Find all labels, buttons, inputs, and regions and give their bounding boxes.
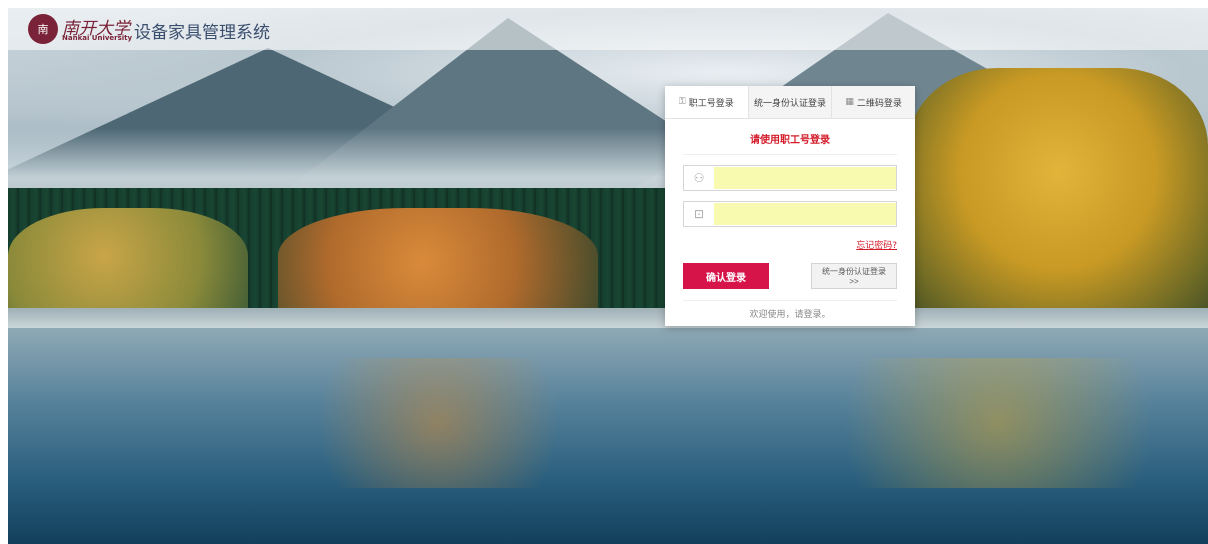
tab-label: 统一身份认证登录 (754, 98, 827, 109)
university-name-en: Nankai University (62, 34, 133, 42)
unified-auth-login-button[interactable]: 统一身份认证登录>> (811, 263, 897, 289)
lock-icon: ⊡ (693, 207, 705, 221)
login-panel: ⚿ 职工号登录 统一身份认证登录 ▦ 二维码登录 请使用职工号登录 ⚇ ⊡ 忘记… (665, 86, 916, 326)
username-field: ⚇ (683, 165, 897, 191)
qrcode-icon: ▦ (845, 97, 854, 107)
lake-reflection (788, 358, 1208, 488)
password-field: ⊡ (683, 201, 897, 227)
forgot-password-link[interactable]: 忘记密码? (856, 238, 897, 251)
key-icon: ⚿ (678, 97, 686, 107)
user-icon: ⚇ (693, 171, 705, 185)
tab-qrcode-login[interactable]: ▦ 二维码登录 (832, 86, 916, 118)
tab-unified-auth-login[interactable]: 统一身份认证登录 (748, 86, 833, 118)
login-instruction: 请使用职工号登录 (750, 135, 830, 146)
tab-label: 二维码登录 (856, 98, 902, 109)
system-title: 设备家具管理系统 (134, 23, 270, 43)
confirm-login-button[interactable]: 确认登录 (683, 263, 769, 289)
password-input[interactable] (714, 203, 896, 225)
autumn-trees (908, 68, 1208, 328)
background-landscape-image (8, 8, 1208, 544)
header-bar: 南 南开大学 Nankai University 设备家具管理系统 (8, 8, 1208, 50)
lake-reflection (278, 358, 598, 488)
username-input[interactable] (714, 167, 896, 189)
divider (683, 154, 897, 155)
university-seal-icon: 南 (28, 14, 58, 44)
tab-staff-id-login[interactable]: ⚿ 职工号登录 (665, 86, 749, 118)
login-tabs: ⚿ 职工号登录 统一身份认证登录 ▦ 二维码登录 (665, 86, 916, 119)
welcome-message: 欢迎使用，请登录。 (683, 300, 897, 320)
tab-label: 职工号登录 (688, 98, 734, 109)
